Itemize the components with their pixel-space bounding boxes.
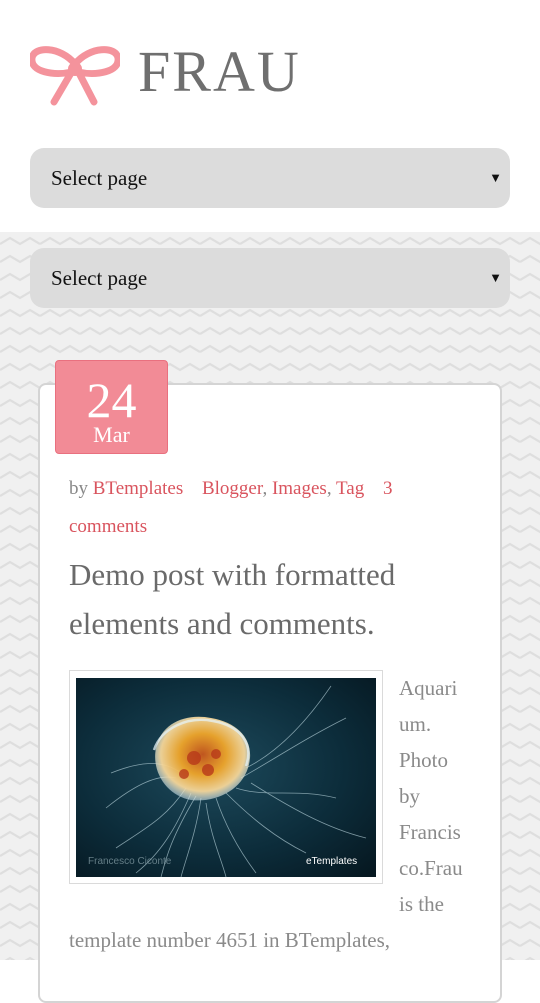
post-meta: by BTemplates Blogger, Images, Tag 3 comm…: [69, 478, 393, 537]
post-body-wrapped: Aquari um. Photo by Francis co.Frau is t…: [399, 670, 474, 922]
post-body-line: Aquari: [399, 676, 458, 700]
post-body-line: co.Frau: [399, 856, 463, 880]
post-body-line: Francis: [399, 820, 461, 844]
post-comments-label: comments: [69, 516, 148, 537]
bow-icon: [30, 46, 120, 106]
dropdown-arrow-icon: ▼: [489, 270, 502, 285]
post-author-link[interactable]: BTemplates: [93, 478, 183, 499]
dropdown-arrow-icon: ▼: [489, 170, 502, 185]
post-body-line: Photo: [399, 748, 449, 772]
post-body-line: um.: [399, 712, 432, 736]
post-label-link[interactable]: Blogger: [202, 478, 262, 499]
site-title: FRAU: [138, 39, 301, 104]
jellyfish-photo[interactable]: Francesco Ciconte eTemplates: [76, 678, 376, 877]
photo-watermark-right: eTemplates: [306, 856, 357, 867]
post-date-month: Mar: [93, 422, 130, 447]
site-header: FRAU Select page ▼: [0, 0, 540, 232]
page-select-top[interactable]: Select page ▼: [30, 148, 510, 208]
post-title[interactable]: Demo post with formatted elements and co…: [69, 550, 479, 648]
site-logo[interactable]: FRAU: [30, 40, 299, 106]
post-body-line: is the: [399, 892, 444, 916]
post-meta-by: by: [69, 478, 88, 499]
page-select-label: Select page: [51, 266, 148, 290]
post-image-frame: Francesco Ciconte eTemplates: [69, 670, 383, 884]
page-select-secondary[interactable]: Select page ▼: [30, 248, 510, 308]
post-date-day: 24: [86, 372, 137, 428]
photo-watermark-left: Francesco Ciconte: [88, 856, 172, 867]
post-body-line: by: [399, 784, 420, 808]
post-label-link[interactable]: Tag: [336, 478, 364, 499]
post-comments-count: 3: [382, 478, 393, 499]
post-date-badge: 24 Mar: [55, 360, 168, 454]
page-select-label: Select page: [51, 166, 148, 190]
post-body-text: template number 4651 in BTemplates,: [69, 928, 391, 952]
post-label-link[interactable]: Images: [272, 478, 327, 499]
